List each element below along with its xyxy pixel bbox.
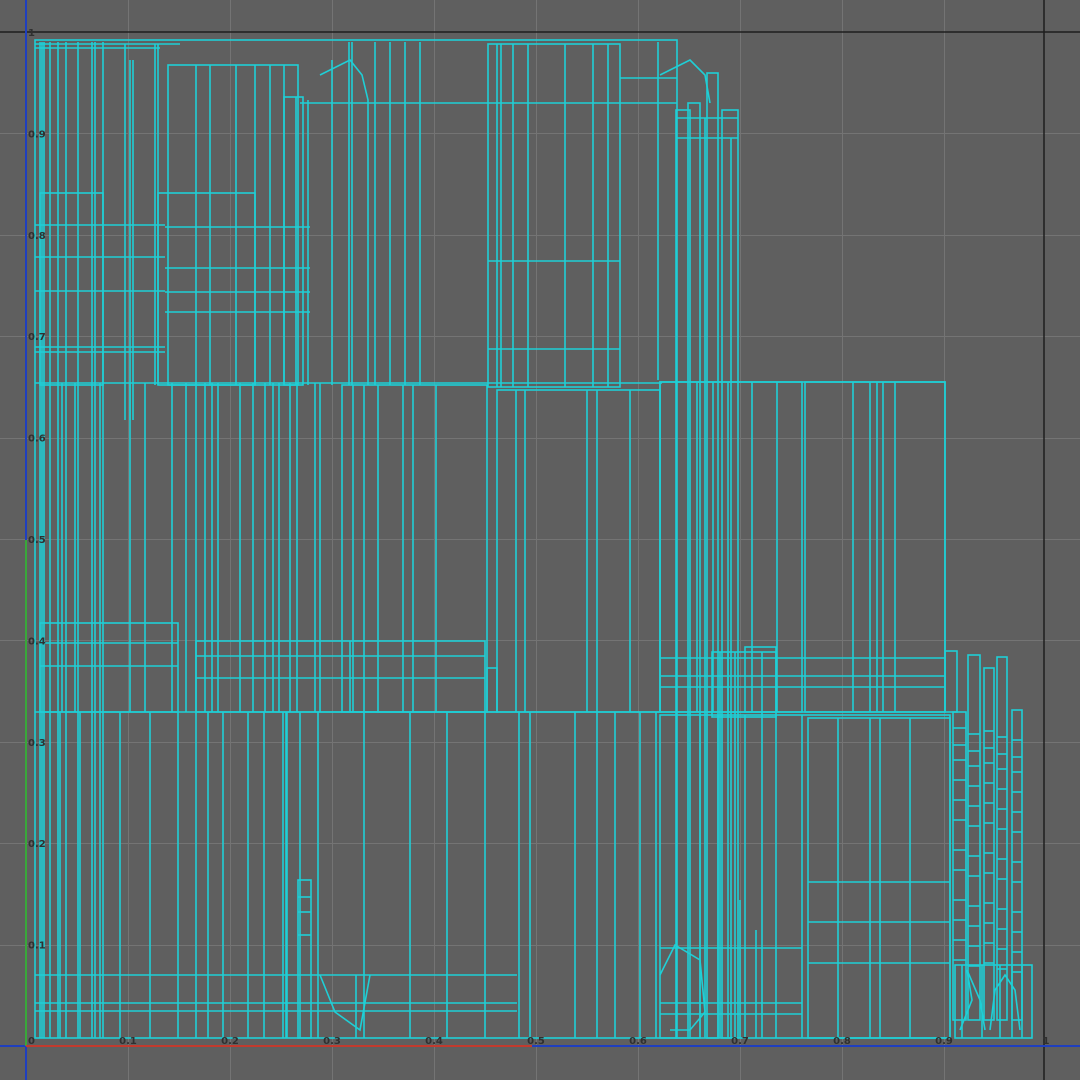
v-tick-label: 0.8 [28,231,46,242]
v-tick-label: 0.4 [28,636,46,647]
v-tick-label: 0.6 [28,434,46,445]
v-tick-label: 0.9 [28,129,46,140]
uv-shell-rect [804,381,946,713]
uv-shell-rect [744,646,777,713]
uv-shell-rect [944,650,958,713]
v-tick-label: 0.2 [28,839,46,850]
v-tick-label: 1 [28,28,35,39]
u-tick-label: 0.7 [731,1036,749,1047]
uv-shell-rect [39,622,179,713]
v-tick-label: 0.1 [28,941,46,952]
grid-lines [0,0,1080,1080]
v-tick-label: 0.5 [28,535,46,546]
uv-shell-rect [157,192,256,386]
uv-edge [659,943,706,1031]
u-tick-label: 0.8 [833,1036,851,1047]
u-tick-label: 0.4 [425,1036,443,1047]
uv-editor-viewport[interactable]: 0 0.1 0.2 0.3 0.4 0.5 0.6 0.7 0.8 0.9 1 0.1 0.2 0.3 0.… [0,0,1080,1080]
v-tick-label: 0.7 [28,332,46,343]
uv-shell-rect [486,667,498,713]
uv-layout-canvas[interactable]: 0 0.1 0.2 0.3 0.4 0.5 0.6 0.7 0.8 0.9 1 0.1 0.2 0.3 0.… [0,0,1080,1080]
u-tick-label: 1 [1043,1036,1050,1047]
u-tick-label: 0.3 [323,1036,341,1047]
uv-shell-rect [487,43,621,388]
u-tick-label: 0.2 [221,1036,239,1047]
u-tick-label: 0.1 [119,1036,137,1047]
u-tick-label: 0 [28,1036,35,1047]
uv-edge [659,59,711,104]
uv-shell-rect [807,717,951,1039]
v-tick-label: 0.3 [28,738,46,749]
u-tick-label: 0.5 [527,1036,545,1047]
uv-shell-rect [283,96,304,386]
tick-labels: 0 0.1 0.2 0.3 0.4 0.5 0.6 0.7 0.8 0.9 1 0.1 0.2 0.3 0.… [28,28,1050,1047]
u-tick-label: 0.9 [935,1036,953,1047]
u-tick-label: 0.6 [629,1036,647,1047]
